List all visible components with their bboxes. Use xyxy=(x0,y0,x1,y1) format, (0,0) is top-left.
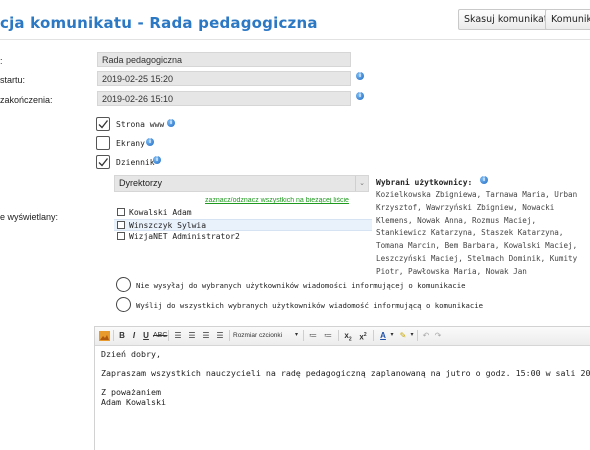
message-greeting: Dzień dobry, xyxy=(101,349,161,359)
user-item-selected[interactable]: Winszczyk Sylwia xyxy=(114,219,372,231)
info-icon[interactable]: i xyxy=(146,138,154,146)
bold-icon[interactable]: B xyxy=(117,329,127,342)
editor-toolbar: B I U ABC ☰ ☰ ☰ ☰ Rozmiar czcionki ▾ ≔ ≔… xyxy=(95,327,590,346)
message-signature: Adam Kowalski xyxy=(101,397,166,407)
toolbar-separator xyxy=(113,330,114,341)
user-name: WizjaNET Administrator2 xyxy=(129,232,240,241)
user-name: Winszczyk Sylwia xyxy=(129,221,207,230)
group-select-value: Dyrektorzy xyxy=(119,178,163,188)
redo-icon[interactable]: ↷ xyxy=(433,329,443,342)
chevron-down-icon[interactable]: ▾ xyxy=(293,329,300,342)
start-date-label: startu: xyxy=(0,75,26,85)
italic-icon[interactable]: I xyxy=(129,329,139,342)
info-icon[interactable]: i xyxy=(356,92,364,100)
user-checkbox[interactable] xyxy=(117,221,125,229)
bullet-list-icon[interactable]: ≔ xyxy=(307,329,319,342)
toolbar-separator xyxy=(303,330,304,341)
select-all-link[interactable]: zaznacz/odznacz wszystkich na bieżącej l… xyxy=(205,197,372,204)
strikethrough-icon[interactable]: ABC xyxy=(153,329,167,342)
info-icon[interactable]: i xyxy=(356,72,364,80)
start-date-field[interactable]: 2019-02-25 15:20 xyxy=(97,71,351,86)
radio-notify[interactable] xyxy=(116,297,131,312)
align-left-icon[interactable]: ☰ xyxy=(172,329,184,342)
toolbar-separator xyxy=(373,330,374,341)
toolbar-separator xyxy=(229,330,230,341)
user-checkbox[interactable] xyxy=(117,232,125,240)
selected-users-list: Kozielkowska Zbigniewa, Tarnawa Maria, U… xyxy=(376,190,578,276)
toolbar-separator xyxy=(417,330,418,341)
subscript-icon[interactable]: x2 xyxy=(342,329,354,343)
radio-no-notify[interactable] xyxy=(116,277,131,292)
info-icon[interactable]: i xyxy=(480,176,488,184)
user-item[interactable]: WizjaNET Administrator2 xyxy=(114,231,372,243)
toolbar-separator xyxy=(338,330,339,341)
chevron-down-icon[interactable]: ▾ xyxy=(389,329,395,342)
user-item[interactable]: Kowalski Adam xyxy=(114,207,372,219)
end-date-field[interactable]: 2019-02-26 15:10 xyxy=(97,91,351,106)
align-right-icon[interactable]: ☰ xyxy=(200,329,212,342)
image-icon[interactable] xyxy=(98,329,110,342)
checkbox-ekrany[interactable] xyxy=(96,136,110,150)
channel-label-ekrany: Ekrany xyxy=(116,139,145,148)
text-color-icon[interactable]: A xyxy=(377,329,389,342)
chevron-down-icon[interactable]: ▾ xyxy=(409,329,415,342)
toolbar-separator xyxy=(168,330,169,341)
info-icon[interactable]: i xyxy=(153,156,161,164)
user-checkbox[interactable] xyxy=(117,208,125,216)
undo-icon[interactable]: ↶ xyxy=(421,329,431,342)
header-divider xyxy=(0,39,590,40)
title-label: : xyxy=(0,56,3,66)
shown-label: e wyświetlany: xyxy=(0,212,59,222)
checkbox-strona-www[interactable] xyxy=(96,117,110,131)
info-icon[interactable]: i xyxy=(167,119,175,127)
superscript-icon[interactable]: x2 xyxy=(357,329,369,342)
align-justify-icon[interactable]: ☰ xyxy=(214,329,226,342)
underline-icon[interactable]: U xyxy=(141,329,151,342)
numbered-list-icon[interactable]: ≔ xyxy=(322,329,334,342)
group-select[interactable]: Dyrektorzy ⌄ xyxy=(114,175,369,192)
message-closing: Z poważaniem xyxy=(101,387,161,397)
font-size-select[interactable]: Rozmiar czcionki xyxy=(233,329,293,342)
radio-notify-label: Wyślij do wszystkich wybranych użytkowni… xyxy=(136,301,484,310)
page-title: cja komunikatu - Rada pedagogiczna xyxy=(0,14,318,32)
highlight-icon[interactable]: ✎ xyxy=(397,329,409,342)
align-center-icon[interactable]: ☰ xyxy=(186,329,198,342)
delete-announcement-button[interactable]: Skasuj komunikat xyxy=(458,9,554,30)
announcements-button[interactable]: Komunikat xyxy=(545,9,590,30)
checkbox-dziennik[interactable] xyxy=(96,155,110,169)
font-size-label: Rozmiar czcionki xyxy=(233,332,283,339)
title-field[interactable]: Rada pedagogiczna xyxy=(97,52,351,67)
channel-label-dziennik: Dziennik xyxy=(116,158,155,167)
channel-label-www: Strona www xyxy=(116,120,165,129)
message-editor[interactable]: B I U ABC ☰ ☰ ☰ ☰ Rozmiar czcionki ▾ ≔ ≔… xyxy=(94,326,590,450)
message-body: Zapraszam wszystkich nauczycieli na radę… xyxy=(101,368,590,378)
chevron-down-icon: ⌄ xyxy=(355,176,368,191)
checkmark-icon xyxy=(98,158,109,167)
radio-no-notify-label: Nie wysyłaj do wybranych użytkowników wi… xyxy=(136,281,466,290)
user-name: Kowalski Adam xyxy=(129,208,192,217)
end-date-label: zakończenia: xyxy=(0,95,53,105)
editor-content[interactable]: Dzień dobry, Zapraszam wszystkich nauczy… xyxy=(101,349,590,407)
selected-users-heading: Wybrani użytkownicy: xyxy=(376,178,473,187)
checkmark-icon xyxy=(98,120,109,129)
